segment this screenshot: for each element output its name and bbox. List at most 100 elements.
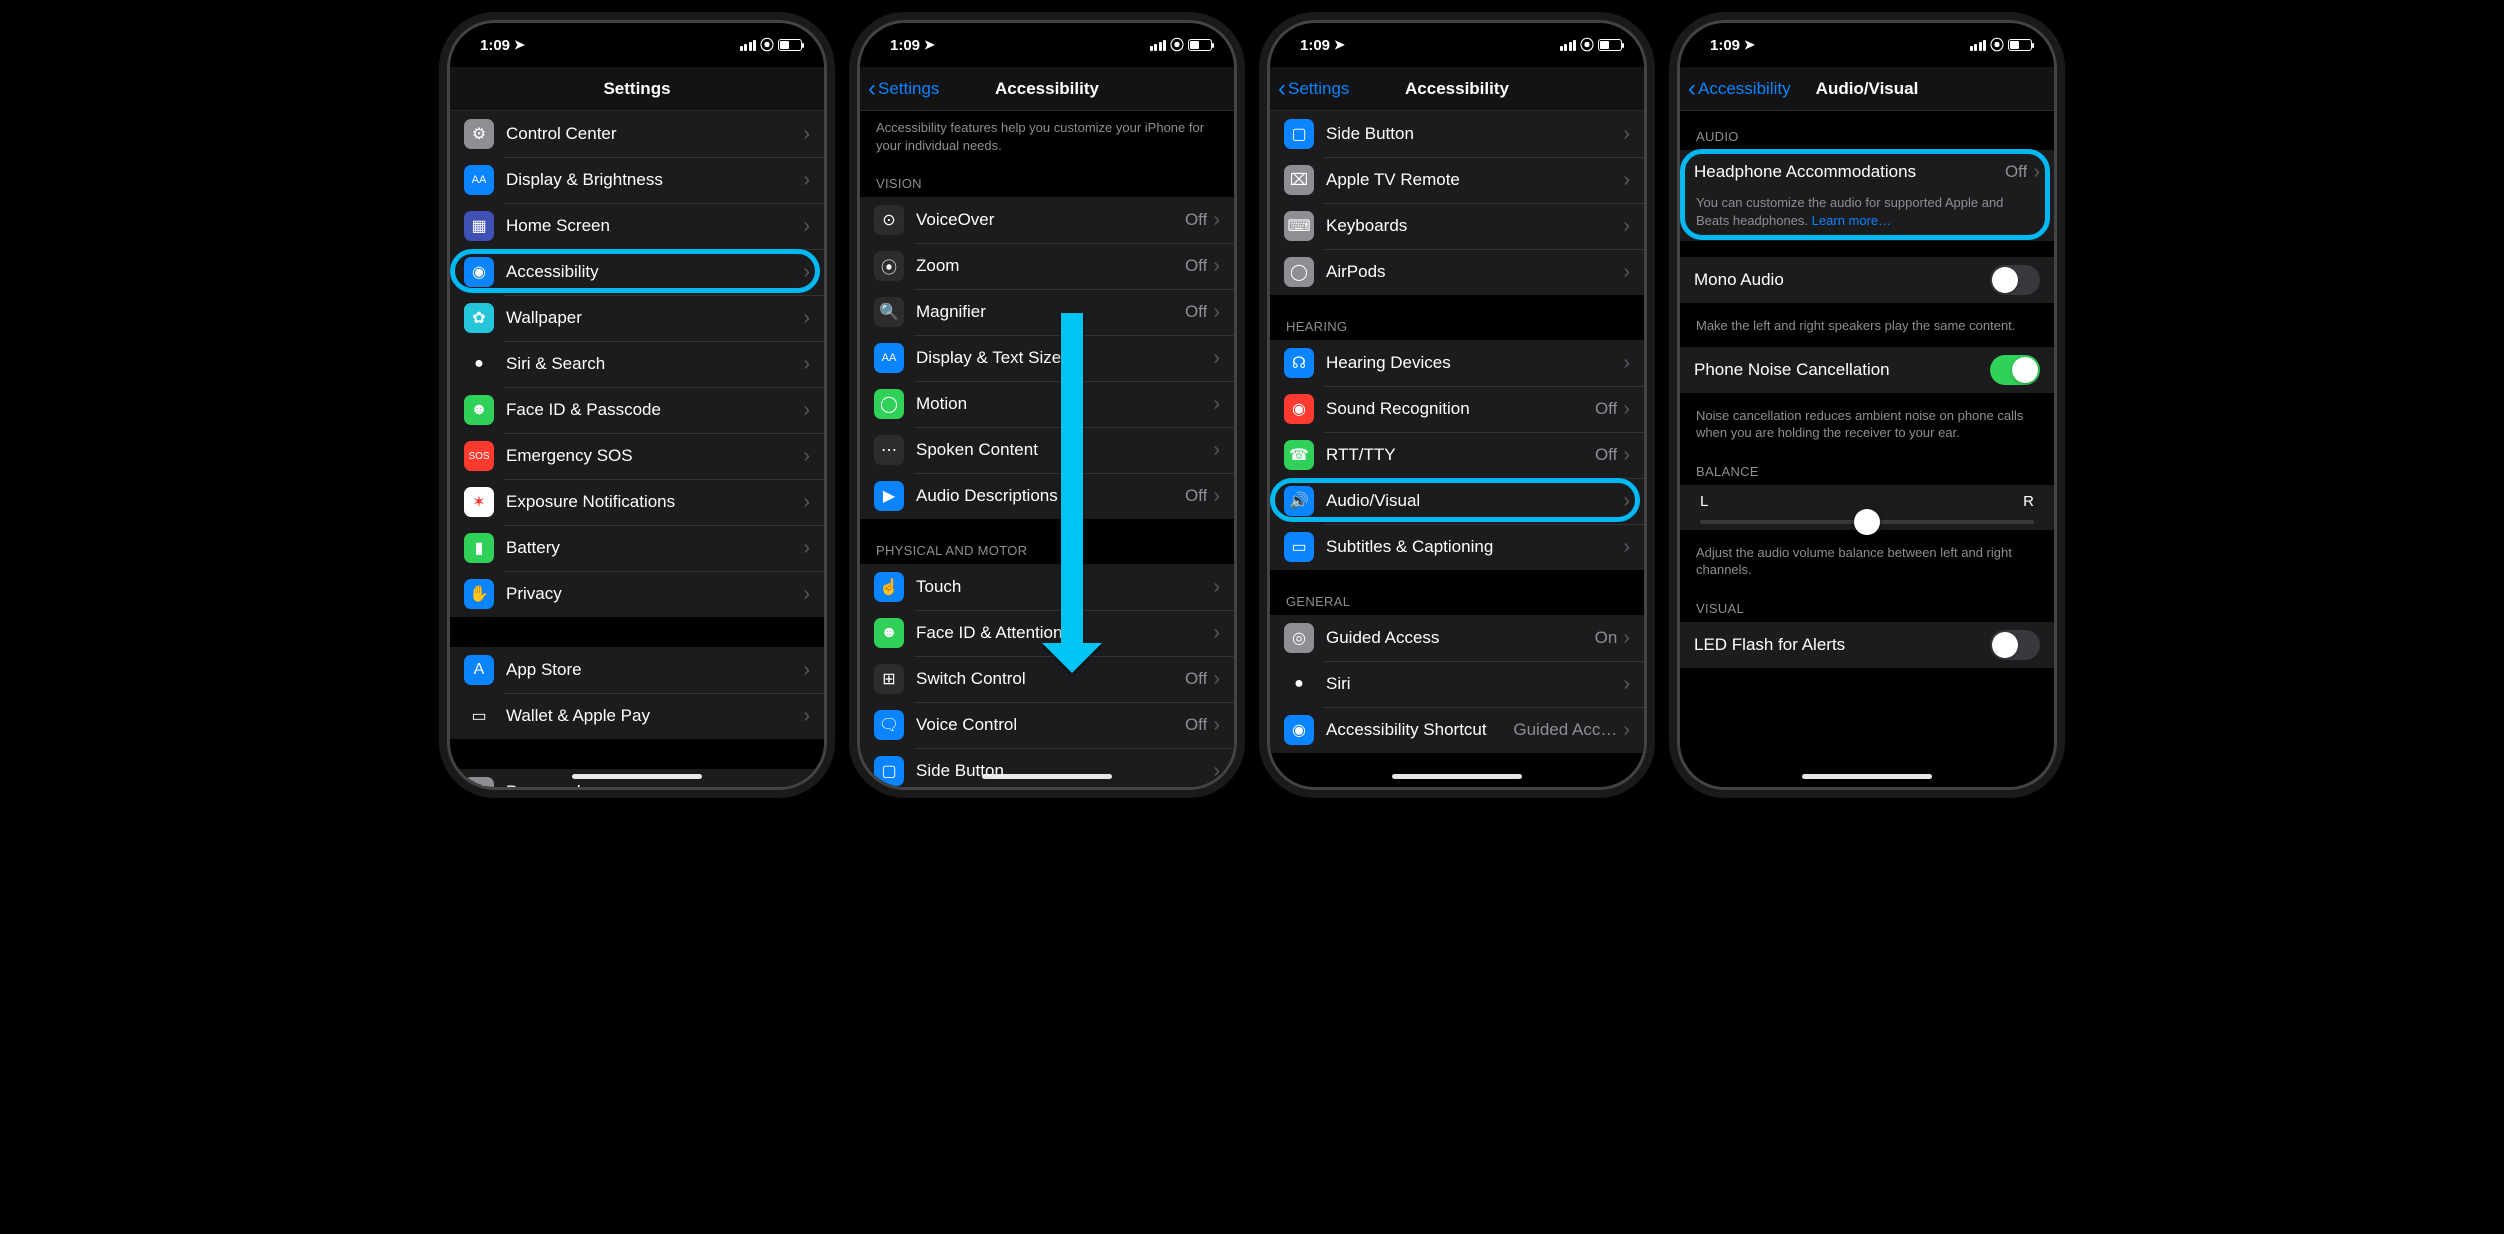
home-indicator: [1802, 774, 1932, 779]
row-voice-control[interactable]: 🗨Voice ControlOff›: [860, 702, 1234, 748]
row-audio-visual[interactable]: 🔊Audio/Visual›: [1270, 478, 1644, 524]
chevron-right-icon: ›: [1213, 623, 1220, 643]
navbar: ‹Settings Accessibility: [860, 67, 1234, 111]
balance-slider[interactable]: [1700, 520, 2034, 524]
slider-thumb[interactable]: [1854, 509, 1880, 535]
balance-group: L R: [1680, 485, 2054, 530]
chevron-right-icon: ›: [803, 262, 810, 282]
row-label: Apple TV Remote: [1326, 170, 1623, 190]
row-display-brightness[interactable]: AADisplay & Brightness›: [450, 157, 824, 203]
app-icon: ⚿: [464, 777, 494, 787]
cellular-icon: [1560, 40, 1577, 51]
wifi-icon: ⦿: [1580, 35, 1594, 55]
row-home-screen[interactable]: ▦Home Screen›: [450, 203, 824, 249]
row-keyboards[interactable]: ⌨Keyboards›: [1270, 203, 1644, 249]
phone-frame-3: 1:09➤ ⦿ ‹Settings Accessibility ▢Side Bu…: [1267, 20, 1647, 790]
row-mono-audio[interactable]: Mono Audio: [1680, 257, 2054, 303]
row-label: LED Flash for Alerts: [1694, 635, 1990, 655]
row-noise-cancellation[interactable]: Phone Noise Cancellation: [1680, 347, 2054, 393]
row-exposure-notifications[interactable]: ✶Exposure Notifications›: [450, 479, 824, 525]
row-label: Passwords: [506, 782, 803, 787]
row-emergency-sos[interactable]: SOSEmergency SOS›: [450, 433, 824, 479]
battery-icon: [2008, 39, 2032, 51]
row-hearing-devices[interactable]: ☊ Hearing Devices›: [1270, 340, 1644, 386]
row-value: On: [1595, 628, 1618, 648]
row-value: Off: [1185, 486, 1207, 506]
row-led-flash[interactable]: LED Flash for Alerts: [1680, 622, 2054, 668]
row-wallpaper[interactable]: ✿Wallpaper›: [450, 295, 824, 341]
clock: 1:09: [480, 37, 510, 54]
chevron-right-icon: ›: [1213, 715, 1220, 735]
chevron-right-icon: ›: [1623, 674, 1630, 694]
row-value: Off: [1185, 256, 1207, 276]
row-side-button[interactable]: ▢Side Button›: [1270, 111, 1644, 157]
section-header-visual: VISUAL: [1680, 583, 2054, 622]
chevron-right-icon: ›: [803, 538, 810, 558]
chevron-right-icon: ›: [1213, 394, 1220, 414]
learn-more-link[interactable]: Learn more…: [1812, 213, 1891, 228]
row-label: Accessibility Shortcut: [1326, 720, 1513, 740]
row-sound-recognition[interactable]: ◉Sound RecognitionOff›: [1270, 386, 1644, 432]
row-app-store[interactable]: AApp Store›: [450, 647, 824, 693]
chevron-right-icon: ›: [803, 446, 810, 466]
row-accessibility-shortcut[interactable]: ◉Accessibility ShortcutGuided Acc…›: [1270, 707, 1644, 753]
chevron-right-icon: ›: [1213, 256, 1220, 276]
cellular-icon: [1150, 40, 1167, 51]
wifi-icon: ⦿: [1170, 35, 1184, 55]
chevron-right-icon: ›: [1213, 348, 1220, 368]
row-label: Emergency SOS: [506, 446, 803, 466]
navbar: ‹Settings Accessibility: [1270, 67, 1644, 111]
row-apple-tv-remote[interactable]: ⌧Apple TV Remote›: [1270, 157, 1644, 203]
back-button[interactable]: ‹Accessibility: [1688, 77, 1791, 101]
app-icon: ●: [1284, 669, 1314, 699]
chevron-left-icon: ‹: [1688, 77, 1696, 101]
row-siri[interactable]: ●Siri›: [1270, 661, 1644, 707]
clock: 1:09: [890, 37, 920, 54]
chevron-right-icon: ›: [1623, 353, 1630, 373]
clock: 1:09: [1710, 37, 1740, 54]
section-header-hearing: HEARING: [1270, 301, 1644, 340]
back-button[interactable]: ‹Settings: [1278, 77, 1349, 101]
toggle-mono-audio[interactable]: [1990, 265, 2040, 295]
row-rtt-tty[interactable]: ☎RTT/TTYOff›: [1270, 432, 1644, 478]
row-airpods[interactable]: ◯AirPods›: [1270, 249, 1644, 295]
chevron-right-icon: ›: [1623, 537, 1630, 557]
row-privacy[interactable]: ✋Privacy›: [450, 571, 824, 617]
row-label: Battery: [506, 538, 803, 558]
app-icon: ◉: [464, 257, 494, 287]
row-siri-search[interactable]: ●Siri & Search›: [450, 341, 824, 387]
app-icon: ▮: [464, 533, 494, 563]
section-header-balance: BALANCE: [1680, 446, 2054, 485]
navbar: Settings: [450, 67, 824, 111]
nav-title: Settings: [603, 79, 670, 99]
row-wallet-apple-pay[interactable]: ▭Wallet & Apple Pay›: [450, 693, 824, 739]
row-headphone-accommodations[interactable]: Headphone Accommodations Off ›: [1680, 150, 2054, 194]
row-voiceover[interactable]: ⊙VoiceOverOff›: [860, 197, 1234, 243]
row-battery[interactable]: ▮ Battery›: [450, 525, 824, 571]
row-label: Hearing Devices: [1326, 353, 1623, 373]
location-icon: ➤: [514, 37, 525, 53]
app-icon: ◯: [1284, 257, 1314, 287]
row-label: Wallpaper: [506, 308, 803, 328]
toggle-noise-cancellation[interactable]: [1990, 355, 2040, 385]
app-icon: ▭: [1284, 532, 1314, 562]
app-icon: ☻: [464, 395, 494, 425]
row-value: Off: [1185, 715, 1207, 735]
toggle-led-flash[interactable]: [1990, 630, 2040, 660]
wifi-icon: ⦿: [1990, 35, 2004, 55]
navbar: ‹Accessibility Audio/Visual: [1680, 67, 2054, 111]
chevron-right-icon: ›: [1623, 720, 1630, 740]
row-subtitles-captioning[interactable]: ▭Subtitles & Captioning›: [1270, 524, 1644, 570]
back-button[interactable]: ‹Settings: [868, 77, 939, 101]
row-guided-access[interactable]: ◎Guided AccessOn›: [1270, 615, 1644, 661]
row-face-id-passcode[interactable]: ☻Face ID & Passcode›: [450, 387, 824, 433]
row-accessibility[interactable]: ◉Accessibility›: [450, 249, 824, 295]
app-icon: ☊: [1284, 348, 1314, 378]
row-side-button[interactable]: ▢Side Button›: [860, 748, 1234, 787]
row-control-center[interactable]: ⚙︎Control Center›: [450, 111, 824, 157]
row-label: Audio/Visual: [1326, 491, 1623, 511]
app-icon: ●: [464, 349, 494, 379]
row-zoom[interactable]: ⦿ZoomOff›: [860, 243, 1234, 289]
chevron-right-icon: ›: [803, 492, 810, 512]
row-label: Privacy: [506, 584, 803, 604]
